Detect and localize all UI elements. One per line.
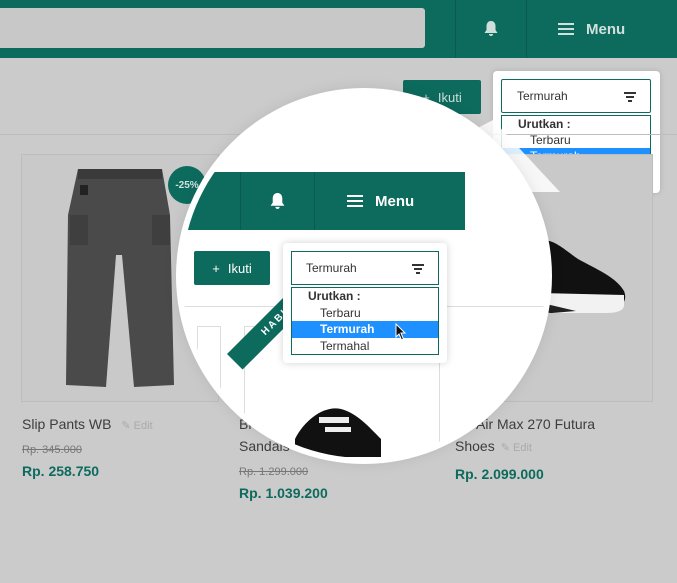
filter-icon — [412, 264, 424, 276]
magnified-product-card — [197, 326, 221, 458]
sort-option-termurah[interactable]: Termurah — [292, 321, 438, 338]
follow-label: Ikuti — [227, 260, 252, 276]
hamburger-icon — [347, 195, 363, 207]
magnified-notification-button[interactable] — [240, 172, 315, 230]
magnified-navbar — [182, 172, 465, 230]
sort-option-termahal[interactable]: Termahal — [292, 338, 438, 355]
cursor-icon — [395, 323, 407, 341]
magnified-follow-button[interactable]: + Ikuti — [194, 251, 270, 285]
magnified-menu-button[interactable]: Menu — [347, 172, 414, 230]
sort-selected-value: Termurah — [306, 261, 357, 275]
magnifier-circle: Menu + Ikuti HABIS Termurah Urutkan : Te… — [182, 94, 546, 458]
magnified-sort-select[interactable]: Termurah — [291, 251, 439, 285]
menu-label: Menu — [375, 192, 415, 210]
magnified-sort-dropdown: Termurah Urutkan : Terbaru Termurah Term… — [283, 243, 447, 363]
sort-options-header: Urutkan : — [308, 289, 361, 303]
magnified-sort-options-list: Urutkan : Terbaru Termurah Termahal — [291, 287, 439, 355]
bell-icon — [270, 192, 285, 209]
plus-icon: + — [212, 260, 220, 276]
sort-option-terbaru[interactable]: Terbaru — [292, 305, 438, 322]
